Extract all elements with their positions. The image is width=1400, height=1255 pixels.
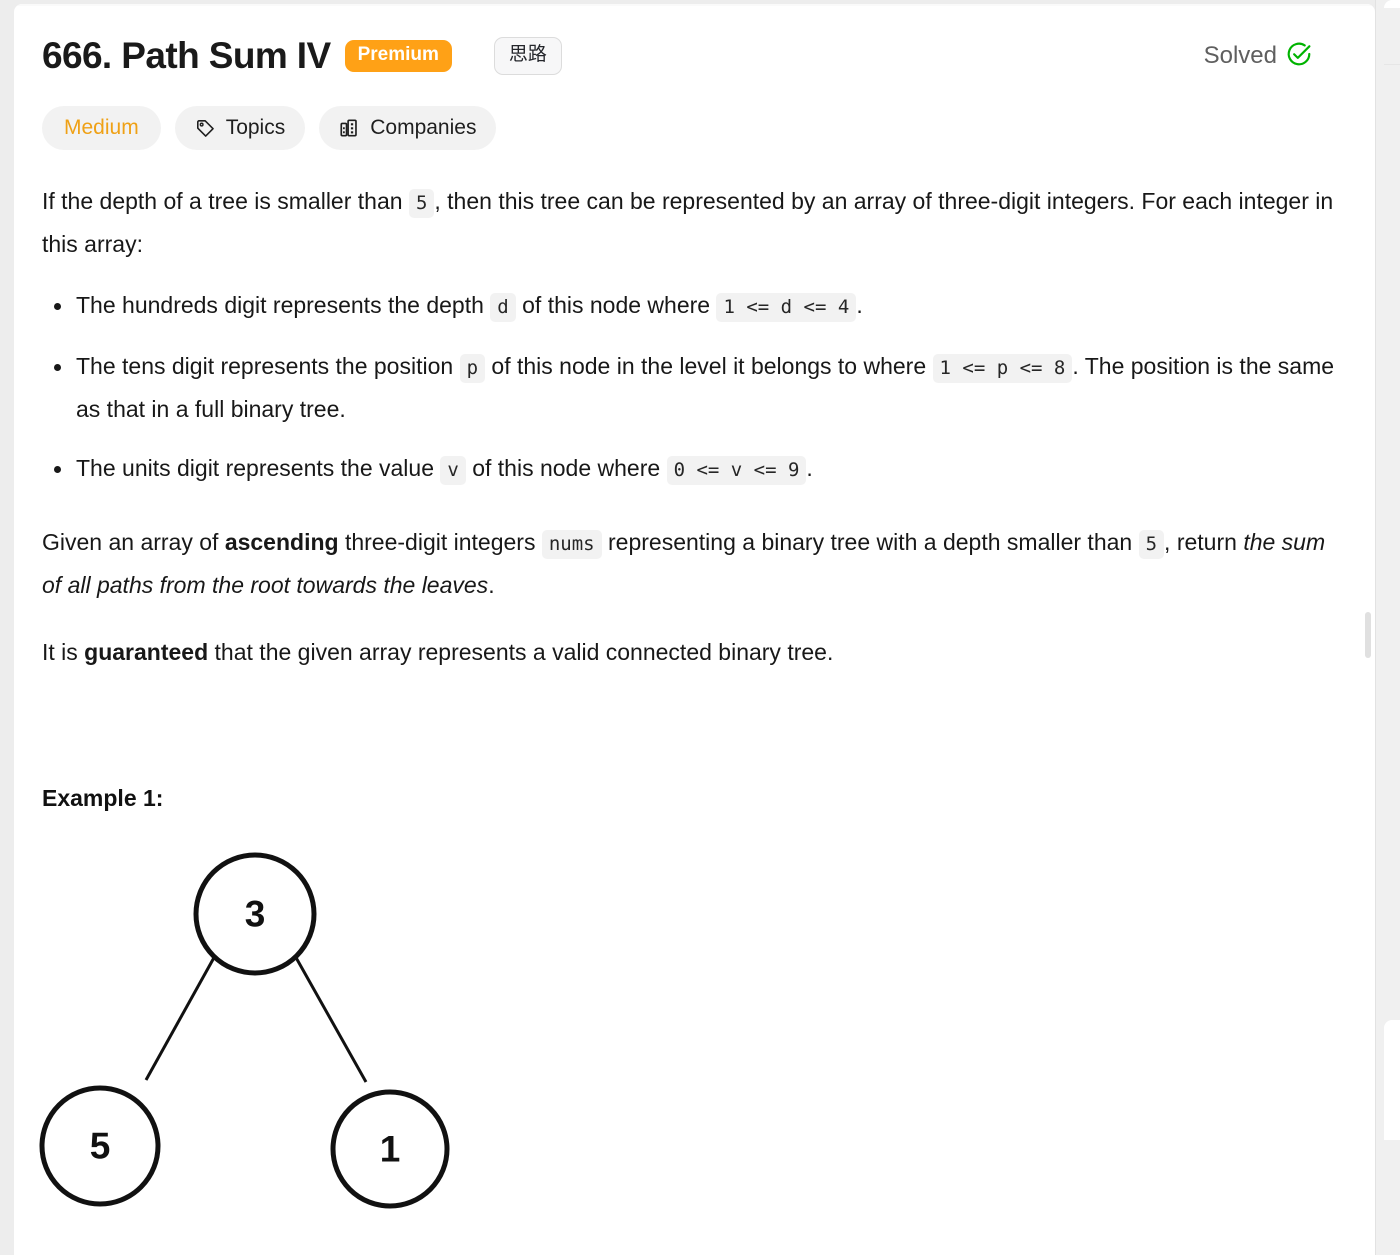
given-paragraph: Given an array of ascending three-digit … xyxy=(42,522,1342,606)
description-panel: 666. Path Sum IV Premium 思路 Solved Mediu… xyxy=(14,4,1375,1255)
status-label: Solved xyxy=(1203,42,1277,69)
bullet-text-1: The tens digit represents the position xyxy=(76,353,454,379)
tree-node-left-label: 5 xyxy=(90,1126,111,1167)
scrollbar-thumb[interactable] xyxy=(1365,612,1371,658)
list-item: The tens digit represents the position p… xyxy=(54,346,1342,430)
bullet-code-2: 1 <= d <= 4 xyxy=(716,293,857,322)
companies-button[interactable]: Companies xyxy=(319,106,497,150)
given-bold: ascending xyxy=(224,529,339,555)
tree-edge-left xyxy=(144,953,218,1081)
bullet-text-2: of this node in the level it belongs to … xyxy=(491,353,927,379)
description-content: 666. Path Sum IV Premium 思路 Solved Mediu… xyxy=(39,30,1342,1234)
given-text-2: three-digit integers xyxy=(344,529,536,555)
problem-header: 666. Path Sum IV Premium 思路 Solved xyxy=(42,30,1342,82)
guarantee-text-1: It is xyxy=(42,639,78,665)
right-panel-separator xyxy=(1384,64,1400,65)
given-text-1: Given an array of xyxy=(42,529,219,555)
rules-list: The hundreds digit represents the depth … xyxy=(42,285,1342,491)
given-code-depth: 5 xyxy=(1138,530,1165,559)
bullet-text-3: . xyxy=(806,455,813,481)
circle-check-icon xyxy=(1286,41,1312,72)
bullet-code-1: d xyxy=(490,293,516,322)
tag-icon xyxy=(195,118,216,139)
given-text-5: . xyxy=(488,572,495,598)
given-code-nums: nums xyxy=(541,530,602,559)
problem-tags: Medium Topics Companies xyxy=(42,106,1342,150)
right-panel-bottom-edge xyxy=(1384,1020,1400,1140)
binary-tree-diagram: 3 5 1 xyxy=(14,834,514,1234)
list-item: The units digit represents the value v o… xyxy=(54,448,1342,491)
intro-text-1: If the depth of a tree is smaller than xyxy=(42,188,403,214)
given-text-3: representing a binary tree with a depth … xyxy=(608,529,1133,555)
topics-button[interactable]: Topics xyxy=(174,106,306,150)
topics-label: Topics xyxy=(225,116,286,139)
bullet-text-2: of this node where xyxy=(472,455,661,481)
problem-description-page: 666. Path Sum IV Premium 思路 Solved Mediu… xyxy=(0,0,1400,1255)
bullet-text-3: . xyxy=(856,292,863,318)
premium-badge: Premium xyxy=(344,40,452,72)
page-title: 666. Path Sum IV xyxy=(42,35,331,76)
tree-edge-right xyxy=(292,953,368,1083)
bullet-text-2: of this node where xyxy=(522,292,711,318)
intro-code-1: 5 xyxy=(408,189,435,218)
given-text-4: , return xyxy=(1164,529,1237,555)
bullet-code-2: 1 <= p <= 8 xyxy=(932,354,1073,383)
panel-top-border xyxy=(14,4,1375,6)
guarantee-bold: guaranteed xyxy=(84,639,209,665)
bullet-text-1: The hundreds digit represents the depth xyxy=(76,292,484,318)
tree-node-root-label: 3 xyxy=(245,894,266,935)
companies-label: Companies xyxy=(370,116,477,139)
left-gutter xyxy=(0,0,14,1255)
list-item: The hundreds digit represents the depth … xyxy=(54,285,1342,328)
bullet-code-2: 0 <= v <= 9 xyxy=(666,456,807,485)
right-panel-top-edge xyxy=(1384,0,1400,8)
guarantee-text-2: that the given array represents a valid … xyxy=(214,639,834,665)
building-icon xyxy=(339,118,360,139)
bullet-code-1: v xyxy=(440,456,466,485)
notes-button[interactable]: 思路 xyxy=(493,36,562,76)
tree-node-right-label: 1 xyxy=(380,1129,401,1170)
status-badge: Solved xyxy=(1204,41,1342,72)
bullet-code-1: p xyxy=(459,354,486,383)
bullet-text-1: The units digit represents the value xyxy=(76,455,434,481)
intro-paragraph: If the depth of a tree is smaller than 5… xyxy=(42,181,1342,265)
description-scrollbar[interactable] xyxy=(1361,4,1375,1255)
guarantee-paragraph: It is guaranteed that the given array re… xyxy=(42,632,1342,673)
example-1-heading: Example 1: xyxy=(42,785,164,811)
difficulty-badge[interactable]: Medium xyxy=(42,106,161,150)
